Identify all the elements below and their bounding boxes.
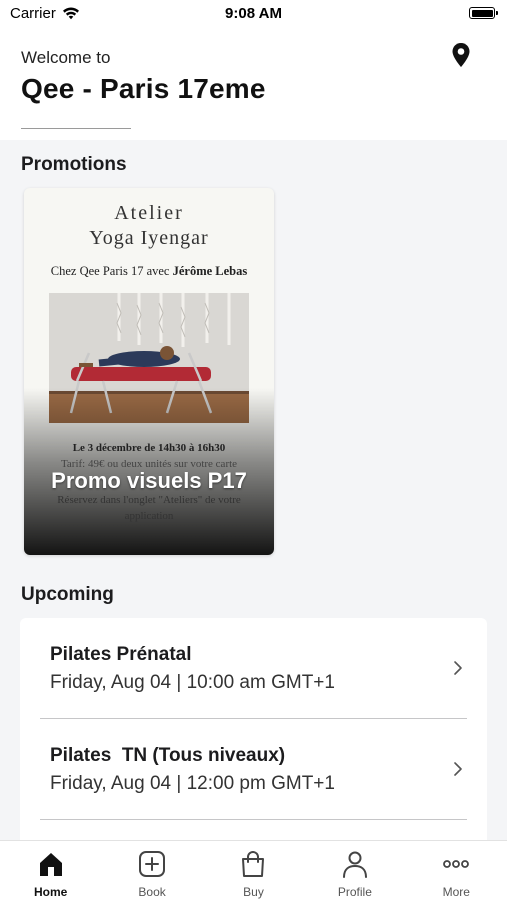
poster-subtitle: Chez Qee Paris 17 avec Jérôme Lebas <box>24 264 274 279</box>
promo-caption: Promo visuels P17 <box>51 468 247 493</box>
status-bar: Carrier 9:08 AM <box>0 0 507 28</box>
tab-label: Profile <box>337 885 372 899</box>
class-time: Friday, Aug 04 | 12:00 pm GMT+1 <box>50 773 335 794</box>
location-title: Qee - Paris 17eme <box>21 73 266 104</box>
tab-book[interactable]: Book <box>101 841 202 900</box>
row-divider <box>40 819 467 820</box>
class-row[interactable]: Pilates Prénatal Friday, Aug 04 | 10:00 … <box>20 618 487 718</box>
promo-card[interactable]: Atelier Yoga Iyengar Chez Qee Paris 17 a… <box>24 188 274 555</box>
class-row[interactable]: Pilates TN (Tous niveaux) Friday, Aug 04… <box>20 719 487 819</box>
battery-icon <box>469 7 498 19</box>
home-icon <box>39 853 62 876</box>
tab-label: Book <box>138 885 166 899</box>
clock: 9:08 AM <box>225 5 282 22</box>
tab-home[interactable]: Home <box>0 841 101 900</box>
location-pin-icon[interactable] <box>451 42 471 68</box>
poster-app: application <box>124 510 174 522</box>
tab-buy[interactable]: Buy <box>203 841 304 900</box>
chevron-right-icon <box>454 661 462 675</box>
plus-square-icon <box>139 851 166 877</box>
tab-more[interactable]: More <box>406 841 507 900</box>
tab-label: More <box>442 885 470 899</box>
poster-title-line2: Yoga Iyengar <box>89 227 209 249</box>
poster-date: Le 3 décembre de 14h30 à 16h30 <box>72 442 226 454</box>
header-divider <box>21 128 131 129</box>
poster-reserve: Réservez dans l'onglet "Ateliers" de vot… <box>57 494 241 506</box>
class-name: Pilates TN (Tous niveaux) <box>50 745 286 766</box>
shopping-bag-icon <box>242 851 265 877</box>
row-divider <box>40 718 467 719</box>
tab-profile[interactable]: Profile <box>304 841 405 900</box>
welcome-label: Welcome to <box>21 48 111 67</box>
tab-label: Home <box>34 885 68 899</box>
promotions-title: Promotions <box>21 154 127 175</box>
tab-label: Buy <box>243 885 264 899</box>
poster-teacher-name: Jérôme Lebas <box>172 264 248 278</box>
person-icon <box>342 851 367 878</box>
class-time: Friday, Aug 04 | 10:00 am GMT+1 <box>50 672 335 693</box>
class-name: Pilates Prénatal <box>50 644 192 665</box>
poster-subtitle-prefix: Chez Qee Paris 17 avec <box>50 264 173 278</box>
chevron-right-icon <box>454 762 462 776</box>
upcoming-list: Pilates Prénatal Friday, Aug 04 | 10:00 … <box>20 618 487 840</box>
more-dots-icon <box>443 860 470 868</box>
upcoming-title: Upcoming <box>21 584 114 605</box>
tab-bar: Home Book Buy Profile More <box>0 840 507 900</box>
poster-title-line1: Atelier <box>114 202 184 224</box>
header: Welcome to Qee - Paris 17eme <box>0 28 507 140</box>
